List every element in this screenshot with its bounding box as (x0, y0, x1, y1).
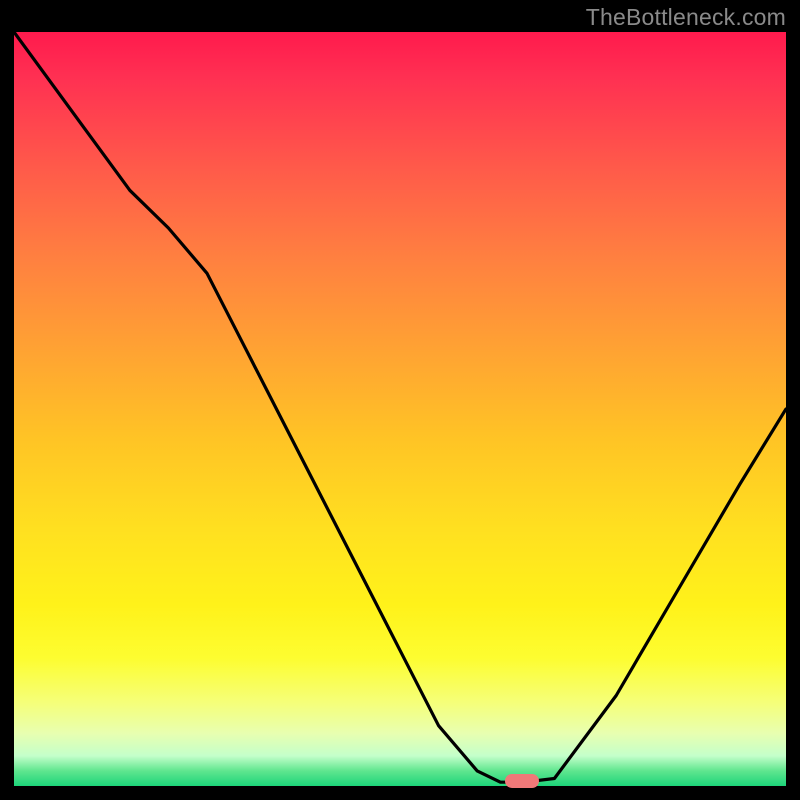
chart-frame: TheBottleneck.com (0, 0, 800, 800)
chart-gradient-background (14, 32, 786, 786)
optimal-marker (505, 774, 539, 788)
watermark: TheBottleneck.com (586, 4, 786, 31)
